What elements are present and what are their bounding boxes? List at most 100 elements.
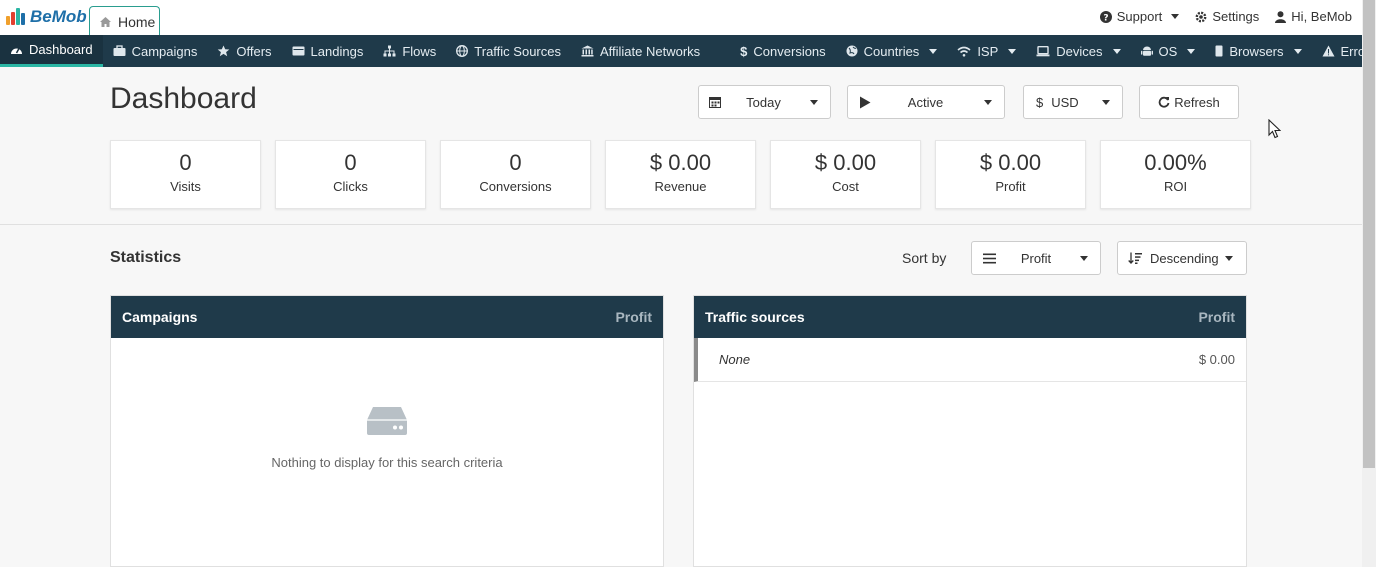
nav-traffic-sources[interactable]: Traffic Sources <box>446 35 571 67</box>
traffic-source-name: None <box>719 352 751 367</box>
refresh-icon <box>1158 96 1170 108</box>
kpi-value: 0 <box>344 150 357 175</box>
svg-text:?: ? <box>1103 13 1108 23</box>
currency-symbol: $ <box>1036 94 1044 110</box>
gear-icon <box>1195 11 1207 22</box>
section-divider <box>0 224 1362 225</box>
nav-affiliate-networks[interactable]: Affiliate Networks <box>571 35 710 67</box>
kpi-label: Visits <box>170 179 201 194</box>
bemob-logo[interactable]: BeMob <box>5 7 87 27</box>
chevron-down-icon <box>1171 14 1180 19</box>
nav-affiliate-networks-label: Affiliate Networks <box>599 43 701 59</box>
window-icon <box>292 46 305 56</box>
nav-isp[interactable]: ISP <box>947 35 1026 67</box>
page-scrollbar[interactable] <box>1362 0 1376 567</box>
nav-flows[interactable]: Flows <box>373 35 446 67</box>
kpi-value: $ 0.00 <box>814 150 877 175</box>
nav-devices-label: Devices <box>1056 43 1103 59</box>
kpi-value: $ 0.00 <box>979 150 1042 175</box>
settings-link[interactable]: Settings <box>1195 9 1259 24</box>
nav-landings[interactable]: Landings <box>282 35 374 67</box>
currency-select[interactable]: $ USD <box>1023 85 1123 119</box>
traffic-sources-profit-column-header[interactable]: Profit <box>1198 309 1235 325</box>
mouse-cursor-icon <box>1268 119 1281 139</box>
kpi-row: 0 Visits 0 Clicks 0 Conversions $ 0.00 R… <box>110 140 1251 209</box>
kpi-value: $ 0.00 <box>649 150 712 175</box>
campaigns-profit-column-header[interactable]: Profit <box>615 309 652 325</box>
nav-offers-label: Offers <box>236 43 272 59</box>
calendar-icon <box>709 97 721 108</box>
support-label: Support <box>1116 9 1163 24</box>
date-range-select[interactable]: Today <box>698 85 831 119</box>
kpi-value: 0 <box>509 150 522 175</box>
traffic-sources-panel: Traffic sources Profit None $ 0.00 <box>693 295 1247 567</box>
question-circle-icon: ? <box>1099 10 1112 23</box>
chevron-down-icon <box>1102 99 1110 105</box>
chevron-down-icon <box>984 99 992 105</box>
kpi-label: Profit <box>995 179 1026 194</box>
kpi-value: 0.00% <box>1144 150 1207 175</box>
kpi-label: Clicks <box>333 179 368 194</box>
star-icon <box>218 45 230 57</box>
statistics-title: Statistics <box>110 249 182 266</box>
traffic-sources-panel-header: Traffic sources Profit <box>694 296 1246 338</box>
table-row[interactable]: None $ 0.00 <box>694 338 1246 382</box>
date-range-value: Today <box>746 94 781 110</box>
play-icon <box>860 96 871 108</box>
nav-os-label: OS <box>1158 43 1178 59</box>
campaigns-panel: Campaigns Profit Nothing to display for … <box>110 295 664 567</box>
kpi-value: 0 <box>179 150 192 175</box>
user-icon <box>1275 10 1287 23</box>
support-menu[interactable]: ? Support <box>1099 9 1180 24</box>
empty-state: Nothing to display for this search crite… <box>111 406 663 470</box>
sort-order-select[interactable]: Descending <box>1117 241 1247 275</box>
briefcase-icon <box>113 45 126 56</box>
warning-triangle-icon <box>1322 45 1335 57</box>
chevron-down-icon <box>1293 48 1302 54</box>
sort-field-select[interactable]: Profit <box>971 241 1101 275</box>
chevron-down-icon <box>1112 48 1121 54</box>
main-nav: Dashboard Campaigns Offers Landings Flow… <box>0 35 1376 67</box>
nav-dashboard-label: Dashboard <box>29 42 93 57</box>
kpi-card-profit: $ 0.00 Profit <box>935 140 1086 209</box>
laptop-icon <box>1036 45 1050 56</box>
bank-icon <box>581 45 594 57</box>
scrollbar-thumb[interactable] <box>1363 0 1375 468</box>
nav-landings-label: Landings <box>310 43 364 59</box>
chevron-down-icon <box>1224 255 1233 261</box>
hdd-empty-icon <box>367 407 407 435</box>
nav-countries-label: Countries <box>863 43 920 59</box>
globe-americas-icon <box>846 45 858 57</box>
status-select[interactable]: Active <box>847 85 1005 119</box>
chevron-down-icon <box>929 48 938 54</box>
logo-bars-icon <box>5 7 27 27</box>
nav-browsers[interactable]: Browsers <box>1205 35 1311 67</box>
page-title: Dashboard <box>110 82 257 115</box>
kpi-card-roi: 0.00% ROI <box>1100 140 1251 209</box>
logo-text: BeMob <box>30 7 87 26</box>
nav-offers[interactable]: Offers <box>207 35 281 67</box>
sort-amount-desc-icon <box>1128 252 1142 264</box>
tab-home[interactable]: Home <box>89 6 160 36</box>
nav-isp-label: ISP <box>977 43 999 59</box>
nav-countries[interactable]: Countries <box>836 35 948 67</box>
dashboard-gauge-icon <box>11 47 22 54</box>
status-value: Active <box>907 94 944 110</box>
chevron-down-icon <box>1008 48 1017 54</box>
tab-home-label: Home <box>118 13 156 30</box>
sitemap-icon <box>383 45 396 57</box>
nav-os[interactable]: OS <box>1131 35 1206 67</box>
nav-campaigns-label: Campaigns <box>131 43 198 59</box>
refresh-label: Refresh <box>1174 94 1220 110</box>
nav-dashboard[interactable]: Dashboard <box>0 35 103 67</box>
nav-devices[interactable]: Devices <box>1026 35 1130 67</box>
nav-conversions-label: Conversions <box>753 43 826 59</box>
user-menu[interactable]: Hi, BeMob <box>1275 9 1352 24</box>
sort-field-value: Profit <box>1020 250 1052 266</box>
nav-campaigns[interactable]: Campaigns <box>103 35 208 67</box>
nav-conversions[interactable]: $ Conversions <box>730 35 836 67</box>
kpi-card-visits: 0 Visits <box>110 140 261 209</box>
chevron-down-icon <box>810 99 818 105</box>
refresh-button[interactable]: Refresh <box>1139 85 1239 119</box>
home-icon <box>100 16 111 27</box>
